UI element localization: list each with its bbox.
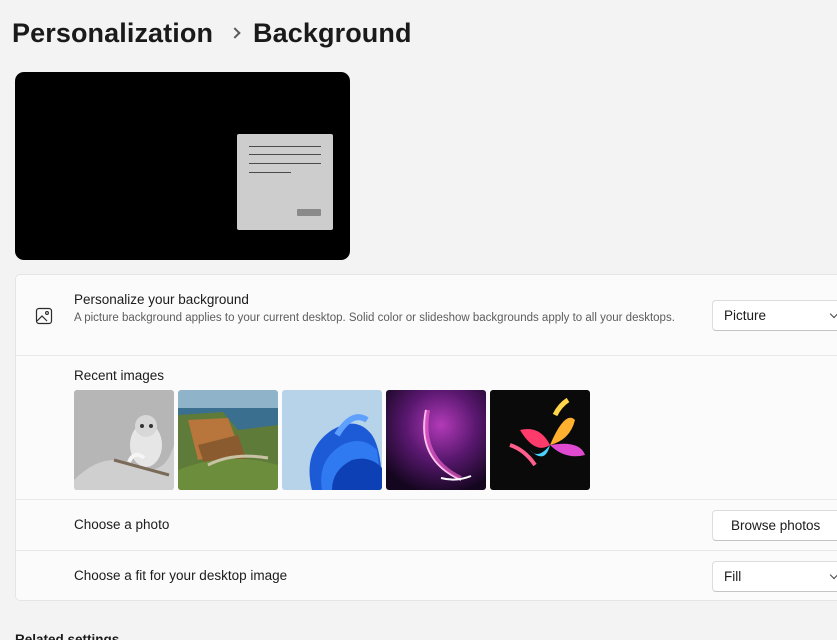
breadcrumb: Personalization Background bbox=[12, 18, 412, 49]
personalize-background-title: Personalize your background bbox=[74, 292, 249, 307]
chevron-down-icon bbox=[829, 570, 837, 580]
recent-image-abstract-flower[interactable] bbox=[490, 390, 590, 490]
fit-value: Fill bbox=[724, 569, 742, 584]
breadcrumb-parent[interactable]: Personalization bbox=[12, 18, 213, 49]
recent-image-purple-glow[interactable] bbox=[386, 390, 486, 490]
page-title: Background bbox=[253, 18, 412, 48]
browse-photos-button[interactable]: Browse photos bbox=[712, 510, 837, 541]
background-settings-card: Personalize your background A picture ba… bbox=[15, 274, 837, 601]
background-type-value: Picture bbox=[724, 308, 767, 323]
background-type-dropdown[interactable]: Picture bbox=[712, 300, 837, 331]
related-settings-heading: Related settings bbox=[15, 632, 120, 640]
choose-fit-title: Choose a fit for your desktop image bbox=[74, 568, 288, 583]
recent-image-cliffs[interactable] bbox=[178, 390, 278, 490]
preview-window bbox=[237, 134, 333, 230]
recent-images-row: Recent images bbox=[16, 355, 837, 499]
image-icon bbox=[35, 307, 53, 325]
fit-dropdown[interactable]: Fill bbox=[712, 561, 837, 592]
choose-photo-title: Choose a photo bbox=[74, 517, 170, 532]
recent-images-title: Recent images bbox=[74, 368, 165, 383]
recent-image-owl[interactable] bbox=[74, 390, 174, 490]
personalize-background-description: A picture background applies to your cur… bbox=[74, 312, 675, 324]
recent-images-list bbox=[74, 390, 590, 490]
personalize-background-row: Personalize your background A picture ba… bbox=[16, 275, 837, 355]
choose-photo-row: Choose a photo Browse photos bbox=[16, 499, 837, 550]
choose-fit-row: Choose a fit for your desktop image Fill bbox=[16, 550, 837, 600]
recent-image-blue-bloom[interactable] bbox=[282, 390, 382, 490]
desktop-preview bbox=[15, 72, 350, 260]
chevron-right-icon bbox=[229, 26, 241, 39]
chevron-down-icon bbox=[829, 309, 837, 319]
